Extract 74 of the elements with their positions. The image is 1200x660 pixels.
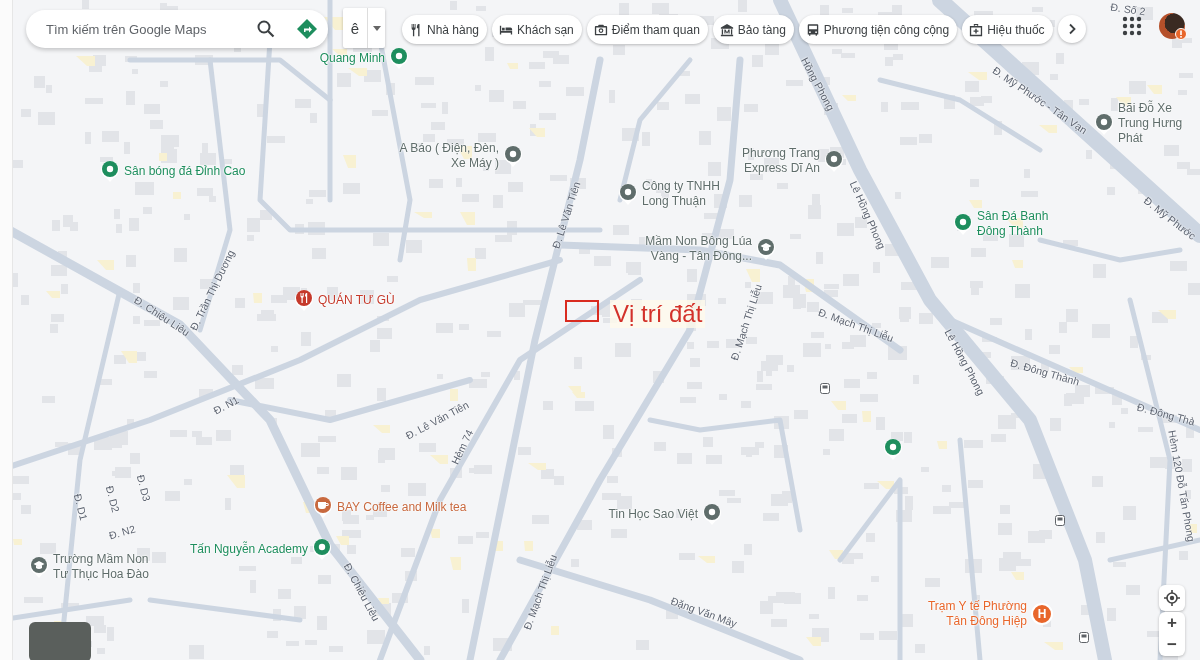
place-marker-icon[interactable] bbox=[883, 437, 903, 461]
zoom-in-button[interactable]: + bbox=[1159, 612, 1185, 634]
street-label: Đặng Văn Mây bbox=[669, 594, 739, 630]
street-label: Đ. N1 bbox=[211, 393, 241, 417]
camera-icon bbox=[593, 22, 608, 37]
museum-icon bbox=[719, 22, 734, 37]
medical-bag-icon bbox=[969, 22, 984, 37]
street-label: Hẻm 120 Đỗ Tấn Phong bbox=[1166, 429, 1198, 543]
place-label[interactable]: BAY Coffee and Milk tea bbox=[337, 499, 467, 515]
street-label: Đ. Đông Thà bbox=[1135, 400, 1197, 428]
restaurant-marker-icon[interactable] bbox=[294, 288, 314, 312]
bus-stop-icon[interactable] bbox=[1055, 515, 1065, 526]
place-marker-icon[interactable] bbox=[100, 159, 120, 183]
street-label: Lê Hồng Phong bbox=[847, 179, 889, 251]
place-label[interactable]: Sân bóng đá Đỉnh Cao bbox=[124, 163, 246, 179]
place-marker-icon[interactable] bbox=[618, 182, 638, 206]
place-label[interactable]: A Báo ( Điện, Đèn, Xe Máy ) bbox=[399, 141, 499, 171]
search-field[interactable]: Tìm kiếm trên Google Maps bbox=[44, 20, 248, 38]
annotation-label: Vị trí đất bbox=[610, 300, 706, 328]
street-label: Đ. D1 bbox=[71, 492, 91, 522]
fork-knife-icon bbox=[409, 22, 423, 37]
search-bar[interactable]: Tìm kiếm trên Google Maps bbox=[26, 10, 328, 48]
street-label: Đ. N2 bbox=[107, 522, 137, 542]
street-label: Đ. D2 bbox=[103, 484, 123, 514]
street-label: Đ. D3 bbox=[134, 473, 154, 503]
directions-icon[interactable] bbox=[296, 18, 318, 40]
category-chip[interactable]: Bảo tàng bbox=[712, 15, 794, 44]
alert-icon bbox=[1175, 28, 1187, 40]
place-label[interactable]: Mầm Non Bông Lúa Vàng - Tân Đông... bbox=[617, 234, 752, 264]
place-marker-icon[interactable] bbox=[953, 212, 973, 236]
place-label[interactable]: Sân Đá Banh Đông Thành bbox=[977, 209, 1067, 239]
caret-icon bbox=[372, 25, 381, 31]
street-label: Đ. Số 2 bbox=[1109, 0, 1147, 18]
place-label[interactable]: Công ty TNHH Long Thuận bbox=[642, 179, 732, 209]
marked-area-rectangle bbox=[565, 300, 599, 322]
street-label: Đ. Mạch Thị Liễu bbox=[728, 282, 764, 362]
place-label[interactable]: Trạm Y tế Phường Tân Đông Hiệp bbox=[907, 599, 1027, 629]
place-label[interactable]: QUÁN TƯ GÙ bbox=[318, 292, 395, 308]
place-marker-icon[interactable] bbox=[824, 149, 844, 173]
cafe-marker-icon[interactable] bbox=[313, 495, 333, 519]
bus-icon bbox=[805, 22, 820, 37]
place-marker-icon[interactable] bbox=[389, 46, 409, 70]
place-marker-icon[interactable] bbox=[503, 144, 523, 168]
zoom-out-button[interactable]: − bbox=[1159, 634, 1185, 656]
place-label[interactable]: Trường Mầm Non Tư Thục Hoa Đào bbox=[53, 552, 163, 582]
apps-grid-icon[interactable] bbox=[1122, 16, 1142, 36]
category-chip[interactable]: Hiệu thuốc bbox=[962, 15, 1053, 44]
category-chip[interactable]: Nhà hàng bbox=[402, 15, 488, 44]
bus-stop-icon[interactable] bbox=[1079, 632, 1089, 643]
street-label: Hẻm 74 bbox=[448, 427, 476, 467]
satellite-layer-thumbnail[interactable] bbox=[29, 622, 91, 660]
school-marker-icon[interactable] bbox=[29, 555, 49, 579]
category-chip[interactable]: Khách sạn bbox=[492, 15, 582, 44]
search-icon[interactable] bbox=[256, 19, 276, 39]
street-label: Đ. Lê Văn Tiên bbox=[549, 180, 583, 250]
street-label: Đ. Mạch Thị Liễu bbox=[520, 552, 560, 632]
place-label[interactable]: Bãi Đỗ Xe Trung Hưng Phát bbox=[1118, 101, 1200, 146]
street-label: Đ. Chiêu Liêu bbox=[341, 561, 383, 623]
place-marker-icon[interactable] bbox=[1094, 111, 1114, 136]
my-location-button[interactable] bbox=[1159, 585, 1185, 611]
category-chip[interactable]: Phương tiện công cộng bbox=[798, 15, 958, 44]
input-tools-button[interactable]: ê bbox=[343, 8, 385, 48]
crosshair-icon bbox=[1164, 590, 1180, 606]
street-label: Đ. Mạch Thị Liễu bbox=[816, 305, 896, 345]
bus-stop-icon[interactable] bbox=[820, 383, 830, 394]
place-marker-icon[interactable] bbox=[312, 537, 332, 561]
place-label[interactable]: Quang Minh bbox=[319, 50, 385, 66]
street-label: Đ. Đông Thành bbox=[1009, 356, 1081, 388]
category-chip[interactable]: Điểm tham quan bbox=[586, 15, 708, 44]
place-label[interactable]: Tấn Nguyễn Academy bbox=[189, 541, 308, 557]
place-marker-icon[interactable] bbox=[702, 502, 722, 526]
place-label[interactable]: Tin Học Sao Việt bbox=[608, 506, 698, 522]
place-label[interactable]: Phương Trang Express Dĩ An bbox=[720, 146, 820, 176]
school-marker-icon[interactable] bbox=[756, 237, 776, 261]
